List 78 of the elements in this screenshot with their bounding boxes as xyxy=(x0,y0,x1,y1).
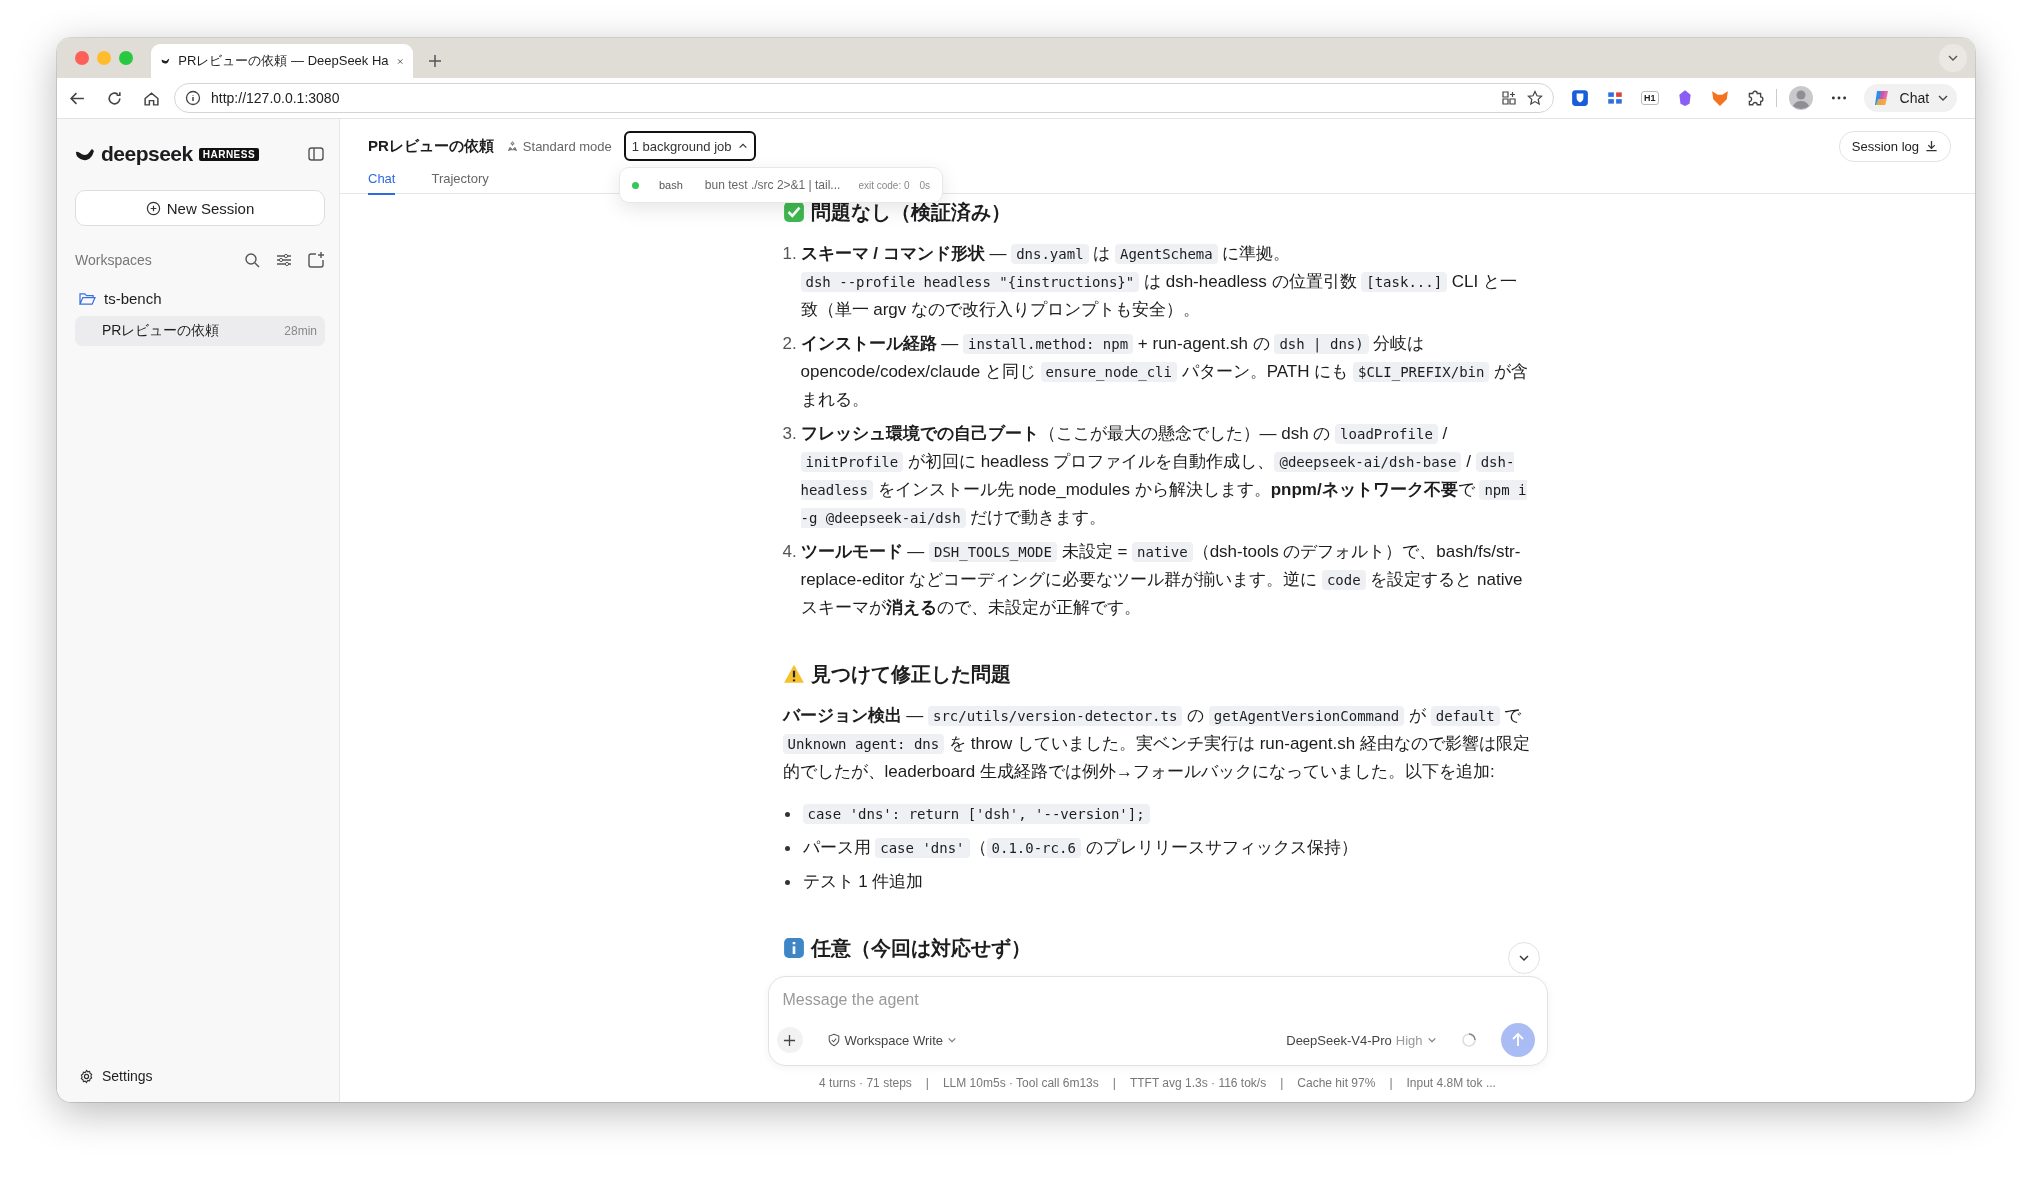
tab-title: PRレビューの依頼 — DeepSeek Ha xyxy=(178,52,389,70)
separator: | xyxy=(1112,1076,1116,1092)
add-folder-icon[interactable] xyxy=(307,251,325,269)
list-item-text: ツールモード — DSH_TOOLS_MODE 未設定 = native （dsh-tools のデフォルト）で、bash/fs/str-replace-editor などコーディングに必要なツール群が揃います。逆に code を設定すると native スキーマが消えるので、未設定が正解です。 xyxy=(800,541,1524,619)
filter-icon[interactable] xyxy=(275,251,293,269)
download-icon xyxy=(1925,139,1938,153)
warning-icon xyxy=(782,663,805,685)
extension-badge[interactable]: H1 xyxy=(1641,91,1659,105)
logo-text: deepseek xyxy=(101,142,193,166)
list-item-text: インストール経路 — install.method: npm + run-agent.sh の dsh | dns) 分岐は opencode/codex/claude と同じ ensure_node_cli パターン。PATH にも $CLI_PREFIX/bin が含まれる。 xyxy=(800,333,1530,411)
shield-icon[interactable] xyxy=(1571,89,1589,107)
chat-button[interactable]: Chat xyxy=(1863,84,1958,112)
list-item-text: フレッシュ環境での自己ブート（ここが最大の懸念でした）— dsh の loadProfile / initProfile が初回に headless プロファイルを自動作成し、 @deepseek-ai/dsh-base / dsh-headless をインストール先 node_modules から解決します。pnpm/ネットワーク不要で npm i -g @deepseek-ai/dsh だけで動きます。 xyxy=(800,423,1528,530)
fox-icon[interactable] xyxy=(1710,89,1729,107)
info-icon[interactable] xyxy=(185,90,201,106)
job-command: bun test ./src 2>&1 | tail... xyxy=(704,178,841,192)
workspace-item[interactable]: ts-bench xyxy=(75,286,325,310)
bullet-icon xyxy=(784,846,790,851)
attach-button[interactable] xyxy=(776,1027,803,1053)
list-number: 2. xyxy=(782,333,798,355)
session-title: PRレビューの依頼 xyxy=(102,322,221,340)
separator: | xyxy=(1389,1076,1393,1092)
section-label: Workspaces xyxy=(75,252,152,268)
session-time: 28min xyxy=(284,324,317,338)
session-item[interactable]: PRレビューの依頼 28min xyxy=(75,316,325,346)
tab[interactable]: Trajectory xyxy=(431,171,489,195)
list-item-text: スキーマ / コマンド形状 — dns.yaml は AgentSchema に準拠。 dsh --profile headless "{instructions}" は dsh-headless の位置引数 [task...] CLI と一致（単一 argv なので改行入りプロンプトも安全）。 xyxy=(800,243,1518,321)
status-item: Input 4.8M tok ... xyxy=(1406,1076,1496,1092)
home-icon[interactable] xyxy=(143,89,160,107)
grid-icon[interactable] xyxy=(1606,89,1624,107)
chevron-down-icon xyxy=(1426,1035,1437,1045)
list-item-text: パース用 case 'dns' （ 0.1.0-rc.6 のプレリリースサフィックス保持） xyxy=(802,837,1359,860)
search-icon[interactable] xyxy=(243,251,261,269)
background-jobs-button[interactable]: 1 background job xyxy=(623,131,756,161)
product-badge: HARNESS xyxy=(198,147,260,161)
permission-dropdown[interactable]: Workspace Write xyxy=(826,1032,957,1048)
job-tool: bash xyxy=(659,179,683,191)
bullet-icon xyxy=(784,880,790,885)
model-dropdown[interactable]: DeepSeek-V4-Pro High xyxy=(1286,1032,1437,1048)
section-heading: 見つけて修正した問題 xyxy=(810,662,1011,687)
separator: | xyxy=(925,1076,929,1092)
bullet-icon xyxy=(784,812,790,817)
exit-code: exit code: 0 xyxy=(858,179,910,191)
shield-check-icon xyxy=(826,1033,841,1047)
list-number: 1. xyxy=(782,243,798,265)
status-item: TTFT avg 1.3s · 116 tok/s xyxy=(1129,1076,1267,1092)
new-session-button[interactable]: New Session xyxy=(75,190,325,226)
browser-tab[interactable]: PRレビューの依頼 — DeepSeek Ha xyxy=(151,44,413,78)
plus-icon xyxy=(783,1033,796,1047)
list-number: 3. xyxy=(782,423,798,445)
session-log-button[interactable]: Session log xyxy=(1838,130,1951,162)
avatar-icon[interactable] xyxy=(1788,86,1813,110)
list-number: 4. xyxy=(782,541,798,563)
sidebar-toggle-icon[interactable] xyxy=(307,145,325,163)
session-title: PRレビューの依頼 xyxy=(368,136,494,156)
settings-button[interactable]: Settings xyxy=(75,1068,325,1084)
plus-circle-icon xyxy=(145,200,161,216)
list-item-text: case 'dns': return ['dsh', '--version']; xyxy=(802,800,1533,828)
mode-indicator[interactable]: Standard mode xyxy=(505,138,612,154)
section-heading: 任意（今回は対応せず） xyxy=(810,936,1031,962)
paragraph: バージョン検出 — src/utils/version-detector.ts の getAgentVersionCommand が default で Unknown agent: dns を throw していました。実ベンチ実行は run-agent.sh 経由なので影響は限定的でしたが、leaderboard 生成経路では例外→フォールバックになっていました。以下を追加: xyxy=(782,705,1531,783)
chevron-up-icon xyxy=(737,141,748,151)
new-tab-icon[interactable] xyxy=(427,53,443,69)
section-heading: 問題なし（検証済み） xyxy=(810,200,1011,225)
status-item: 4 turns · 71 steps xyxy=(819,1076,912,1092)
star-icon[interactable] xyxy=(1527,90,1543,106)
add-to-tab-group-icon[interactable] xyxy=(1501,90,1517,106)
message-field[interactable]: Message the agent Workspace Write DeepSeek-V4-Pro High xyxy=(767,976,1548,1066)
reload-icon[interactable] xyxy=(106,89,123,107)
status-item: LLM 10m5s · Tool call 6m13s xyxy=(942,1076,1099,1092)
chevron-down-icon xyxy=(947,1035,957,1045)
list-item-text: テスト 1 件追加 xyxy=(802,871,925,893)
separator: | xyxy=(1280,1076,1284,1092)
job-duration: 0s xyxy=(919,179,931,191)
status-item: Cache hit 97% xyxy=(1297,1076,1376,1092)
settings-icon xyxy=(79,1068,94,1084)
tab[interactable]: Chat xyxy=(368,171,396,195)
info-icon xyxy=(782,937,805,959)
